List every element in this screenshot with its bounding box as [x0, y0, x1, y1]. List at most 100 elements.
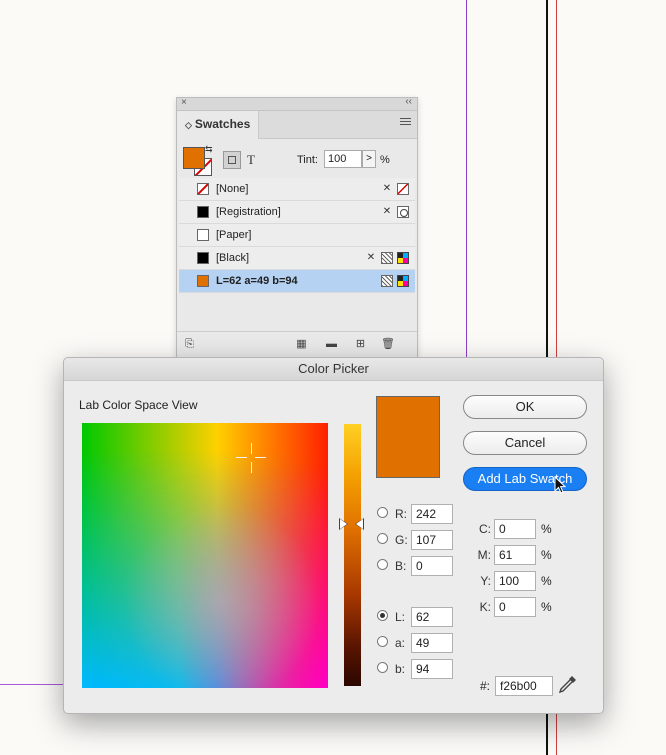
show-swatches-icon[interactable]: ⎘ [183, 338, 196, 350]
r-input[interactable]: 242 [411, 504, 453, 524]
tint-percent: % [380, 154, 390, 166]
panel-footer: ⎘ ▦ ▬ ⊞ 🗑 [177, 331, 417, 358]
l-input[interactable]: 62 [411, 607, 453, 627]
a-label: a: [395, 636, 406, 650]
rgb-g-row: G: 107 [377, 530, 457, 550]
tint-input[interactable]: 100 [324, 150, 362, 168]
rgb-b-row: B: 0 [377, 556, 457, 576]
fill-stroke-controls: ⇆ T Tint: 100 > % [177, 139, 417, 179]
margin-guide-horizontal [0, 684, 64, 685]
a-input[interactable]: 49 [411, 633, 453, 653]
k-percent: % [541, 600, 552, 614]
trash-icon[interactable]: 🗑 [381, 338, 395, 350]
panel-title-bar[interactable]: × ‹‹ [177, 96, 417, 111]
add-lab-swatch-button[interactable]: Add Lab Swatch [463, 467, 587, 491]
field-glow [122, 503, 322, 688]
hex-input[interactable]: f26b00 [495, 676, 553, 696]
lab-b-input[interactable]: 94 [411, 659, 453, 679]
eyedropper-icon[interactable] [558, 674, 578, 694]
lab-mode-icon [397, 275, 409, 287]
cmyk-y-row: Y: 100 % [477, 571, 557, 591]
swatch-chip [197, 252, 209, 264]
panel-tab-bar: ◇ Swatches [177, 111, 417, 139]
swatch-name: [Paper] [216, 229, 252, 241]
crosshair-cursor [236, 443, 266, 473]
radio-a[interactable] [377, 636, 388, 647]
non-editable-icon: ✕ [382, 206, 392, 217]
y-label: Y: [480, 574, 491, 588]
formatting-container-button[interactable] [223, 151, 241, 169]
non-editable-icon: ✕ [382, 183, 392, 194]
lightness-slider[interactable] [344, 424, 361, 686]
new-swatch-icon[interactable]: ⊞ [354, 338, 367, 350]
m-input[interactable]: 61 [494, 545, 536, 565]
m-percent: % [541, 548, 552, 562]
c-percent: % [541, 522, 552, 536]
tint-stepper-button[interactable]: > [362, 150, 376, 168]
swatch-row-paper[interactable]: [Paper] [179, 224, 415, 247]
radio-lab-b[interactable] [377, 662, 388, 673]
b-input[interactable]: 0 [411, 556, 453, 576]
rgb-r-row: R: 242 [377, 504, 457, 524]
swap-fill-stroke-icon[interactable]: ⇆ [205, 144, 213, 155]
swatch-row-lab-orange[interactable]: L=62 a=49 b=94 [179, 270, 415, 293]
y-input[interactable]: 100 [494, 571, 536, 591]
slider-handle-right[interactable] [356, 519, 363, 529]
swatch-chip [197, 183, 209, 195]
k-input[interactable]: 0 [494, 597, 536, 617]
g-input[interactable]: 107 [411, 530, 453, 550]
swatch-chip [197, 206, 209, 218]
swatch-row-registration[interactable]: [Registration] ✕ [179, 201, 415, 224]
color-preview [376, 396, 440, 478]
new-folder-icon[interactable]: ▬ [325, 338, 338, 350]
swatch-chip [197, 275, 209, 287]
lab-view-label: Lab Color Space View [79, 398, 198, 412]
tab-swatches[interactable]: ◇ Swatches [177, 111, 259, 139]
m-label: M: [477, 548, 491, 562]
dialog-title: Color Picker [64, 358, 603, 381]
margin-guide-vertical [466, 0, 467, 360]
tab-expand-icon[interactable]: ◇ [185, 120, 192, 130]
swatch-name: L=62 a=49 b=94 [216, 275, 298, 287]
l-label: L: [395, 610, 406, 624]
swatch-row-none[interactable]: [None] ✕ [179, 178, 415, 201]
cmyk-k-row: K: 0 % [477, 597, 557, 617]
k-label: K: [479, 600, 491, 614]
tint-label: Tint: [297, 154, 318, 166]
panel-menu-icon[interactable] [400, 118, 411, 127]
panel-collapse-icon[interactable]: ‹‹ [405, 96, 412, 107]
color-picker-dialog: Color Picker Lab Color Space View OK Can… [63, 357, 604, 714]
r-label: R: [395, 507, 407, 521]
cmyk-mode-icon [397, 252, 409, 264]
swatch-list: [None] ✕ [Registration] ✕ [Paper] [Black… [179, 178, 415, 293]
swatch-views-icon[interactable]: ▦ [295, 338, 308, 350]
radio-g[interactable] [377, 533, 388, 544]
g-label: G: [395, 533, 408, 547]
formatting-text-button[interactable]: T [247, 152, 255, 168]
cmyk-m-row: M: 61 % [477, 545, 557, 565]
swatch-chip [197, 229, 209, 241]
radio-l[interactable] [377, 610, 388, 621]
c-input[interactable]: 0 [494, 519, 536, 539]
fill-swatch[interactable] [183, 147, 205, 169]
lab-a-row: a: 49 [377, 633, 457, 653]
panel-close-icon[interactable]: × [181, 97, 187, 108]
lab-b-row: b: 94 [377, 659, 457, 679]
registration-icon [397, 206, 409, 218]
ok-button[interactable]: OK [463, 395, 587, 419]
non-editable-icon: ✕ [366, 252, 376, 263]
c-label: C: [479, 522, 491, 536]
b-label: B: [395, 559, 407, 573]
slider-handle-left[interactable] [340, 519, 347, 529]
swatch-name: [Registration] [216, 206, 281, 218]
lab-color-field[interactable] [82, 423, 328, 688]
cancel-button[interactable]: Cancel [463, 431, 587, 455]
tab-swatches-label: Swatches [194, 117, 251, 131]
cmyk-c-row: C: 0 % [477, 519, 557, 539]
radio-b[interactable] [377, 559, 388, 570]
radio-r[interactable] [377, 507, 388, 518]
swatch-name: [Black] [216, 252, 250, 264]
lab-b-label: b: [395, 662, 406, 676]
swatches-panel: × ‹‹ ◇ Swatches ⇆ T Tint: 100 > % [None] … [176, 96, 418, 359]
swatch-row-black[interactable]: [Black] ✕ [179, 247, 415, 270]
